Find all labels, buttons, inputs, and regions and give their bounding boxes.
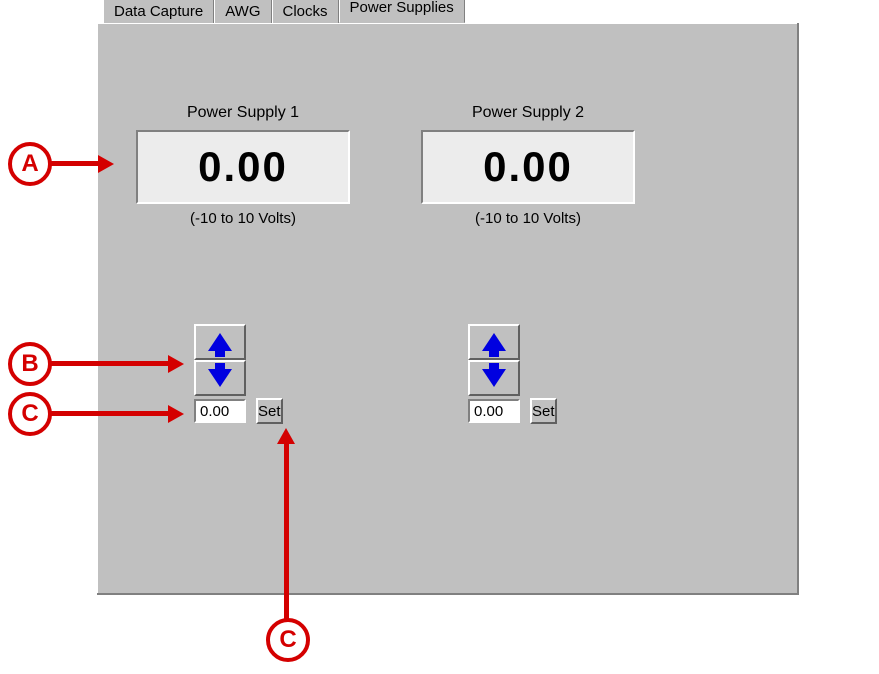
annotation-b-arrowhead-icon xyxy=(168,355,184,373)
panel-content: Power Supply 1 0.00 (-10 to 10 Volts) Po… xyxy=(97,23,797,593)
power-supply-2-group: Power Supply 2 0.00 (-10 to 10 Volts) xyxy=(403,104,653,227)
tab-awg[interactable]: AWG xyxy=(214,0,271,24)
power-supply-1-decrement-button[interactable] xyxy=(194,360,246,396)
annotation-c-bottom-arrowhead-icon xyxy=(277,428,295,444)
tab-clocks[interactable]: Clocks xyxy=(272,0,339,24)
power-supply-2-value: 0.00 xyxy=(483,143,573,191)
power-supply-2-input[interactable] xyxy=(468,399,520,423)
arrow-up-icon xyxy=(482,333,506,351)
power-supplies-panel: Data Capture AWG Clocks Power Supplies P… xyxy=(97,23,799,595)
tab-bar: Data Capture AWG Clocks Power Supplies xyxy=(103,0,465,23)
power-supply-2-display: 0.00 xyxy=(421,130,635,204)
power-supply-1-group: Power Supply 1 0.00 (-10 to 10 Volts) xyxy=(118,104,368,227)
arrow-down-icon xyxy=(482,369,506,387)
power-supply-2-range: (-10 to 10 Volts) xyxy=(403,210,653,227)
annotation-a: A xyxy=(8,142,52,186)
power-supply-1-input[interactable] xyxy=(194,399,246,423)
power-supply-1-increment-button[interactable] xyxy=(194,324,246,360)
power-supply-2-decrement-button[interactable] xyxy=(468,360,520,396)
power-supply-1-display: 0.00 xyxy=(136,130,350,204)
power-supply-2-controls: Set xyxy=(468,324,528,424)
power-supply-1-value: 0.00 xyxy=(198,143,288,191)
tab-power-supplies[interactable]: Power Supplies xyxy=(339,0,465,23)
power-supply-2-increment-button[interactable] xyxy=(468,324,520,360)
arrow-down-icon xyxy=(208,369,232,387)
annotation-c-bottom: C xyxy=(266,618,310,662)
annotation-b-line xyxy=(50,361,170,366)
power-supply-1-range: (-10 to 10 Volts) xyxy=(118,210,368,227)
annotation-c-left: C xyxy=(8,392,52,436)
annotation-c-left-arrowhead-icon xyxy=(168,405,184,423)
annotation-c-left-line xyxy=(50,411,170,416)
annotation-c-bottom-line xyxy=(284,442,289,620)
annotation-b: B xyxy=(8,342,52,386)
annotation-a-arrowhead-icon xyxy=(98,155,114,173)
power-supply-2-title: Power Supply 2 xyxy=(403,104,653,122)
annotation-a-line xyxy=(50,161,100,166)
tab-data-capture[interactable]: Data Capture xyxy=(103,0,214,24)
power-supply-1-title: Power Supply 1 xyxy=(118,104,368,122)
power-supply-2-set-button[interactable]: Set xyxy=(530,398,557,424)
power-supply-1-set-button[interactable]: Set xyxy=(256,398,283,424)
arrow-up-icon xyxy=(208,333,232,351)
power-supply-1-controls: Set xyxy=(194,324,254,424)
